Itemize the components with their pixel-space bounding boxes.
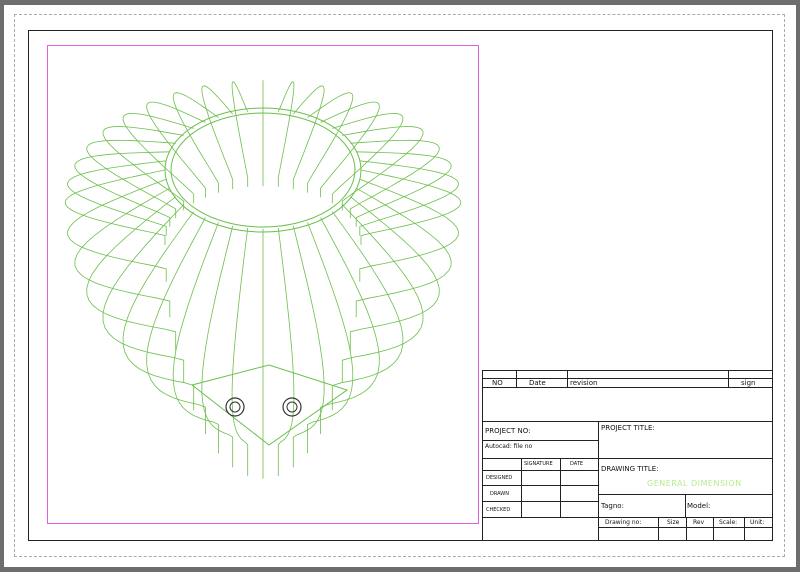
rib-curve: [341, 204, 424, 383]
wireframe-drawing: [64, 80, 462, 479]
revision-header: revision: [570, 379, 598, 387]
signature-header: SIGNATURE: [524, 461, 553, 467]
rib-curve: [331, 112, 404, 204]
fitting-inner-icon: [229, 401, 241, 413]
autocad-file-label: Autocad: file no: [485, 443, 533, 450]
rib-curve: [307, 92, 354, 193]
fitting-inner-icon: [286, 401, 298, 413]
scale-label: Scale:: [719, 519, 738, 526]
rib-curve: [74, 187, 171, 318]
fitting-icon: [282, 397, 302, 417]
rev-label: Rev: [693, 519, 705, 526]
rib-curve: [355, 187, 452, 318]
rib-curve: [355, 151, 452, 227]
rib-curve: [86, 196, 177, 352]
size-label: Size: [667, 519, 680, 526]
model-label: Model:: [687, 502, 711, 510]
drawn-label: DRAWN: [490, 491, 509, 497]
rib-curve: [146, 217, 206, 435]
date-header: DATE: [570, 461, 584, 467]
sign-header: sign: [741, 379, 756, 387]
designed-label: DESIGNED: [486, 475, 513, 481]
rib-curve: [201, 85, 234, 190]
rib-curve: [64, 169, 166, 245]
rib-curve: [307, 222, 354, 454]
rib-curve: [320, 217, 380, 435]
rev-no-header: NO: [492, 379, 503, 387]
unit-label: Unit:: [750, 519, 765, 526]
rib-curve: [360, 169, 462, 245]
rib-curve: [349, 196, 440, 352]
rib-curve: [277, 81, 295, 187]
rib-curve: [277, 228, 295, 476]
rib-curve: [292, 225, 325, 468]
checked-label: CHECKED: [486, 507, 511, 513]
fitting-icon: [225, 397, 245, 417]
project-no-label: PROJECT NO:: [485, 427, 531, 435]
drawing-title-value: GENERAL DIMENSION: [647, 479, 742, 488]
rib-curve: [122, 112, 195, 204]
drawing-title-label: DRAWING TITLE:: [601, 465, 659, 473]
rib-curve: [102, 126, 185, 211]
rib-curve: [231, 81, 249, 187]
rib-curve: [74, 151, 171, 227]
title-block: NO Date revision sign PROJECT NO: Autoca…: [482, 370, 773, 541]
tagno-label: Tagno:: [601, 502, 624, 510]
drawing-no-label: Drawing no:: [605, 519, 642, 526]
rib-curve: [172, 222, 219, 454]
rib-curve: [201, 225, 234, 468]
rib-curve: [292, 85, 325, 190]
rib-curve: [341, 126, 424, 211]
project-title-label: PROJECT TITLE:: [601, 424, 655, 432]
rev-date-header: Date: [529, 379, 546, 387]
rib-curve: [102, 204, 185, 383]
rib-curve: [231, 228, 249, 476]
rib-curve: [172, 92, 219, 193]
